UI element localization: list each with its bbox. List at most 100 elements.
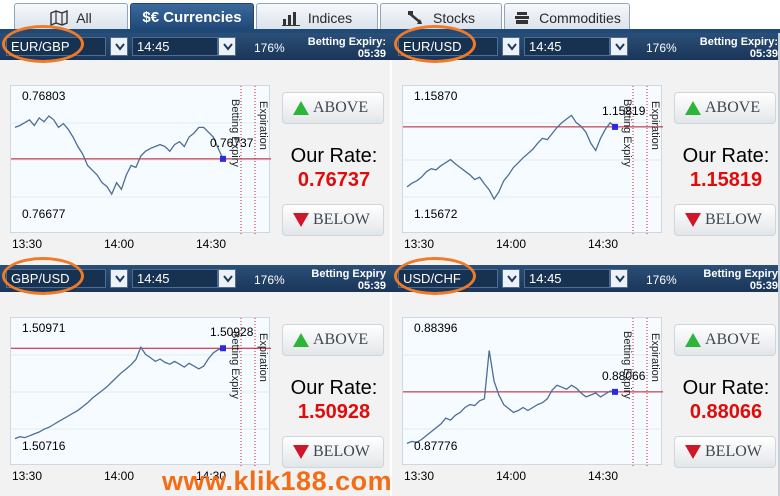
current-price-marker bbox=[220, 345, 226, 352]
arrow-up-icon bbox=[293, 101, 309, 115]
x-tick-label: 14:00 bbox=[496, 469, 527, 483]
chart-low-label: 1.50716 bbox=[22, 439, 66, 453]
map-icon bbox=[50, 9, 68, 26]
our-rate-value: 1.50928 bbox=[297, 401, 371, 423]
above-button[interactable]: ABOVE bbox=[674, 324, 776, 356]
betting-expiry-label: Betting Expiry bbox=[703, 268, 778, 280]
expiry-select[interactable]: 14:45 bbox=[132, 37, 218, 56]
expiry-select-dropdown[interactable] bbox=[218, 269, 236, 288]
our-rate-label: Our Rate: bbox=[290, 377, 378, 399]
payout-percent: 176% bbox=[254, 41, 285, 55]
chart-high-label: 1.15870 bbox=[414, 89, 458, 103]
asset-panel-eur-usd: EUR/USD 14:45 176% Betting Expiry: 05:39… bbox=[392, 25, 780, 265]
expiry-select-value: 14:45 bbox=[137, 39, 170, 54]
payout-percent: 176% bbox=[646, 41, 677, 55]
expiry-select-value: 14:45 bbox=[529, 271, 562, 286]
expiry-select[interactable]: 14:45 bbox=[524, 37, 610, 56]
betting-expiry-countdown: 05:39 bbox=[749, 48, 778, 60]
above-button-label: ABOVE bbox=[313, 99, 369, 116]
stocks-icon bbox=[407, 10, 422, 24]
chevron-down-icon bbox=[507, 43, 517, 51]
our-rate-label: Our Rate: bbox=[290, 145, 378, 167]
above-button-label: ABOVE bbox=[705, 331, 761, 348]
chart-low-label: 0.76677 bbox=[22, 207, 66, 221]
below-button-label: BELOW bbox=[313, 211, 370, 228]
vertical-expiration: Expiration bbox=[649, 101, 661, 150]
betting-expiry-label: Betting Expiry: bbox=[307, 36, 386, 48]
expiry-select-dropdown[interactable] bbox=[610, 37, 628, 56]
below-button[interactable]: BELOW bbox=[282, 204, 384, 236]
tab-commodities[interactable]: Commodities bbox=[504, 3, 630, 31]
below-button-label: BELOW bbox=[705, 211, 762, 228]
vertical-betting-expiry: Betting Expiry bbox=[229, 99, 241, 167]
current-price-marker bbox=[612, 388, 618, 395]
our-rate-label: Our Rate: bbox=[682, 145, 770, 167]
betting-expiry-countdown: 05:39 bbox=[357, 280, 386, 292]
arrow-down-icon bbox=[685, 445, 701, 459]
chart-high-label: 0.76803 bbox=[22, 89, 66, 103]
below-button[interactable]: BELOW bbox=[674, 436, 776, 468]
expiry-select-value: 14:45 bbox=[529, 39, 562, 54]
bar-chart-icon bbox=[281, 11, 300, 26]
expiry-select[interactable]: 14:45 bbox=[132, 269, 218, 288]
above-button[interactable]: ABOVE bbox=[674, 92, 776, 124]
above-button[interactable]: ABOVE bbox=[282, 92, 384, 124]
expiry-select-value: 14:45 bbox=[137, 271, 170, 286]
vertical-betting-expiry: Betting Expiry bbox=[229, 331, 241, 399]
below-button-label: BELOW bbox=[705, 443, 762, 460]
chevron-down-icon bbox=[115, 275, 125, 283]
pair-highlight-circle bbox=[2, 257, 84, 295]
chart-low-label: 0.87776 bbox=[414, 439, 458, 453]
tab-stocks-label: Stocks bbox=[432, 9, 475, 26]
tab-currencies-label: $€ Currencies bbox=[142, 9, 242, 26]
pair-select-dropdown[interactable] bbox=[502, 269, 520, 288]
below-button[interactable]: BELOW bbox=[674, 204, 776, 236]
x-tick-label: 13:30 bbox=[404, 469, 435, 483]
arrow-up-icon bbox=[685, 101, 701, 115]
vertical-expiration: Expiration bbox=[257, 101, 269, 150]
vertical-betting-expiry: Betting Expiry bbox=[621, 331, 633, 399]
trading-app: All $€ Currencies Indices Stocks Commodi bbox=[0, 0, 780, 496]
arrow-up-icon bbox=[685, 333, 701, 347]
price-series-line bbox=[406, 114, 616, 201]
asset-panel-eur-gbp: EUR/GBP 14:45 176% Betting Expiry: 05:39… bbox=[0, 25, 392, 265]
tab-commodities-label: Commodities bbox=[539, 9, 621, 26]
our-rate-value: 0.76737 bbox=[297, 169, 371, 191]
our-rate-value: 0.88066 bbox=[689, 401, 763, 423]
arrow-down-icon bbox=[685, 213, 701, 227]
pair-select-dropdown[interactable] bbox=[502, 37, 520, 56]
above-button[interactable]: ABOVE bbox=[282, 324, 384, 356]
arrow-up-icon bbox=[293, 333, 309, 347]
betting-expiry-label: Betting Expiry: bbox=[699, 36, 778, 48]
tab-indices-label: Indices bbox=[307, 9, 353, 26]
payout-percent: 176% bbox=[646, 273, 677, 287]
pair-highlight-circle bbox=[2, 25, 84, 63]
watermark: www.klik188.com bbox=[162, 466, 393, 496]
current-price-marker bbox=[612, 123, 618, 130]
vertical-expiration: Expiration bbox=[257, 333, 269, 382]
pair-select-dropdown[interactable] bbox=[110, 269, 128, 288]
x-tick-label: 13:30 bbox=[404, 237, 435, 251]
tab-indices[interactable]: Indices bbox=[256, 3, 378, 31]
price-series-line bbox=[14, 345, 224, 440]
x-tick-label: 13:30 bbox=[12, 469, 43, 483]
expiry-select-dropdown[interactable] bbox=[218, 37, 236, 56]
tab-currencies[interactable]: $€ Currencies bbox=[130, 3, 254, 31]
x-tick-label: 13:30 bbox=[12, 237, 43, 251]
x-tick-label: 14:00 bbox=[104, 469, 135, 483]
chevron-down-icon bbox=[615, 43, 625, 51]
x-tick-label: 14:30 bbox=[588, 237, 619, 251]
x-tick-label: 14:00 bbox=[496, 237, 527, 251]
asset-panel-gbp-usd: GBP/USD 14:45 176% Betting Expiry 05:39 … bbox=[0, 257, 392, 496]
chart-high-label: 1.50971 bbox=[22, 321, 66, 335]
payout-percent: 176% bbox=[254, 273, 285, 287]
asset-tab-bar: All $€ Currencies Indices Stocks Commodi bbox=[0, 0, 780, 33]
expiry-select[interactable]: 14:45 bbox=[524, 269, 610, 288]
pair-select-dropdown[interactable] bbox=[110, 37, 128, 56]
below-button[interactable]: BELOW bbox=[282, 436, 384, 468]
vertical-betting-expiry: Betting Expiry bbox=[621, 99, 633, 167]
betting-expiry-label: Betting Expiry bbox=[311, 268, 386, 280]
vertical-expiration: Expiration bbox=[649, 333, 661, 382]
expiry-select-dropdown[interactable] bbox=[610, 269, 628, 288]
chevron-down-icon bbox=[223, 43, 233, 51]
